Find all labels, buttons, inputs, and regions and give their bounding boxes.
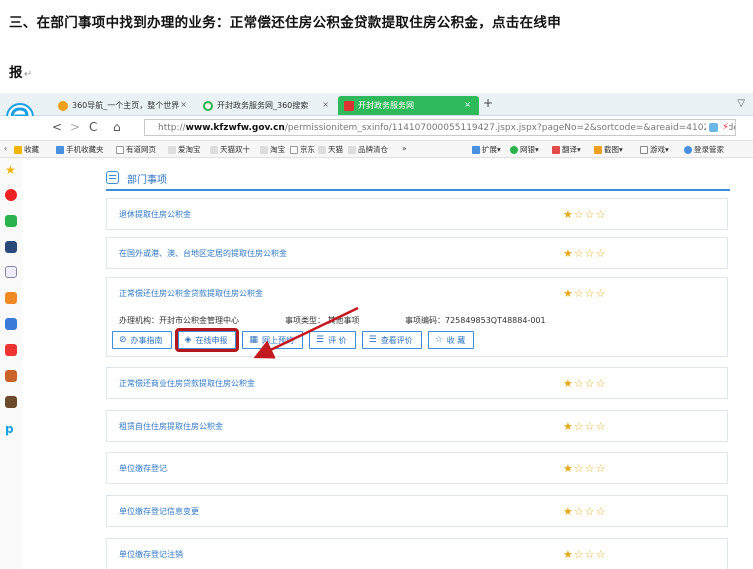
tab-label: 360导航_一个主页，整个世界	[72, 101, 180, 110]
bookmark-label: 截图	[604, 145, 619, 154]
toolbar-screenshot[interactable]: 截图 ▾	[594, 144, 623, 155]
new-tab-button[interactable]: +	[483, 96, 493, 110]
page-content: 部门事项 退休提取住房公积金 ★☆☆☆ 在国外或港、澳、台地区定居的提取住房公积…	[22, 158, 753, 569]
bookmark-tmall11[interactable]: 天猫双十	[210, 144, 250, 155]
gamepad-icon	[640, 145, 648, 154]
app-icon[interactable]	[5, 292, 17, 304]
tab-close-icon[interactable]: ×	[322, 100, 329, 109]
tab-list-icon[interactable]: ▽	[737, 98, 745, 109]
bookmark-favorites[interactable]: 收藏	[14, 144, 39, 155]
character-icon[interactable]	[5, 370, 17, 382]
toolbar-ebank[interactable]: 网银 ▾	[510, 144, 539, 155]
annotation-arrow-icon	[253, 306, 359, 359]
doc-icon[interactable]	[5, 266, 17, 278]
search-favicon	[203, 100, 213, 111]
360-nav-favicon	[58, 100, 68, 111]
tab-360-nav[interactable]: 360导航_一个主页，整个世界 ×	[52, 96, 195, 115]
home-icon[interactable]: ⌂	[113, 120, 121, 134]
tab-label: 开封政务服务网	[358, 101, 414, 110]
favorites-star-icon[interactable]: ★	[5, 163, 17, 177]
toolbar-translate[interactable]: 翻译 ▾	[552, 144, 581, 155]
bookmark-label: 手机收藏夹	[66, 145, 104, 154]
bookmark-label: 天猫	[328, 145, 343, 154]
tab-360-search[interactable]: 开封政务服务网_360搜索 ×	[197, 96, 337, 115]
tab-close-icon[interactable]: ×	[180, 100, 187, 109]
document-line-2-text: 报	[9, 65, 23, 81]
page-icon	[210, 145, 218, 154]
video-icon[interactable]	[5, 344, 17, 356]
url-domain: www.kfzwfw.gov.cn	[185, 122, 285, 133]
bookmark-jd[interactable]: 京东	[290, 144, 315, 155]
bookmark-bar: ‹ 收藏 手机收藏夹 有道网页 爱淘宝 天猫双十 淘宝 京东 天猫 品牌清仓 »…	[0, 141, 753, 158]
bank-icon	[510, 145, 518, 154]
toolbar-games[interactable]: 游戏 ▾	[640, 144, 669, 155]
news-icon[interactable]	[5, 241, 17, 253]
bookmark-label: 网银	[520, 145, 535, 154]
page-icon	[348, 145, 356, 154]
translate-icon	[552, 145, 560, 154]
document-line-2: 报↵	[9, 61, 33, 81]
paragraph-mark: ↵	[23, 69, 33, 80]
side-rail: ★ p	[0, 158, 23, 569]
bookmark-label: 京东	[300, 145, 315, 154]
bookmark-scroll-left-icon[interactable]: ‹	[4, 144, 7, 153]
bookmark-label: 登录管家	[694, 145, 724, 154]
weibo-icon[interactable]	[5, 189, 17, 201]
grid-icon	[472, 145, 480, 154]
bookmark-label: »	[402, 144, 407, 153]
bookmark-label: 品牌清仓	[358, 145, 388, 154]
bookmark-aitaobao[interactable]: 爱淘宝	[168, 144, 201, 155]
document-line-1: 三、在部门事项中找到办理的业务：正常偿还住房公积金贷款提取住房公积金，点击在线申	[9, 15, 561, 31]
tab-label: 开封政务服务网_360搜索	[217, 101, 309, 110]
p-icon[interactable]: p	[5, 422, 17, 436]
game-icon[interactable]	[5, 318, 17, 330]
page-icon	[116, 145, 124, 154]
bookmark-clearance[interactable]: 品牌清仓	[348, 144, 388, 155]
toolbar-extensions[interactable]: 扩展 ▾	[472, 144, 501, 155]
tab-kaifeng-active[interactable]: 开封政务服务网 ×	[338, 96, 479, 115]
tab-close-icon[interactable]: ×	[464, 100, 471, 109]
kaifeng-favicon	[344, 100, 354, 111]
star-icon	[14, 145, 22, 154]
page-icon	[260, 145, 268, 154]
bookmark-label: 收藏	[24, 145, 39, 154]
url-prefix: http://	[158, 122, 186, 133]
bookmark-tmall[interactable]: 天猫	[318, 144, 343, 155]
bookmark-label: 游戏	[650, 145, 665, 154]
extension-icon[interactable]	[708, 123, 718, 132]
tab-bar: 360导航_一个主页，整个世界 × 开封政务服务网_360搜索 × 开封政务服务…	[0, 93, 753, 116]
bookmark-label: 扩展	[482, 145, 497, 154]
back-icon[interactable]: <	[52, 120, 62, 134]
bookmark-mobile[interactable]: 手机收藏夹	[56, 144, 104, 155]
bookmark-label: 有道网页	[126, 145, 156, 154]
url-tools: ⚡	[705, 120, 729, 135]
mail-icon[interactable]	[5, 215, 17, 227]
url-input[interactable]: http://www.kfzwfw.gov.cn/permissionitem_…	[144, 119, 736, 136]
page-icon	[290, 145, 298, 154]
page-icon	[168, 145, 176, 154]
forward-icon[interactable]: >	[70, 120, 80, 134]
bookmark-label: 天猫双十	[220, 145, 250, 154]
bookmark-more[interactable]: »	[402, 144, 407, 153]
toolbar-login-manager[interactable]: 登录管家	[684, 144, 724, 155]
avatar-icon[interactable]	[5, 396, 17, 408]
key-icon	[684, 145, 692, 154]
phone-icon	[56, 145, 64, 154]
url-path: /permissionitem_sxinfo/11410700005511942…	[284, 122, 736, 133]
bookmark-label: 爱淘宝	[178, 145, 201, 154]
address-bar: < > C ⌂ http://www.kfzwfw.gov.cn/permiss…	[0, 116, 753, 141]
page-icon	[318, 145, 326, 154]
scissors-icon	[594, 145, 602, 154]
bookmark-taobao[interactable]: 淘宝	[260, 144, 285, 155]
bookmark-label: 翻译	[562, 145, 577, 154]
reload-icon[interactable]: C	[89, 120, 97, 134]
lightning-icon[interactable]: ⚡	[722, 122, 729, 133]
bookmark-youdao[interactable]: 有道网页	[116, 144, 156, 155]
bookmark-label: 淘宝	[270, 145, 285, 154]
browser-screenshot: 360导航_一个主页，整个世界 × 开封政务服务网_360搜索 × 开封政务服务…	[0, 93, 753, 569]
